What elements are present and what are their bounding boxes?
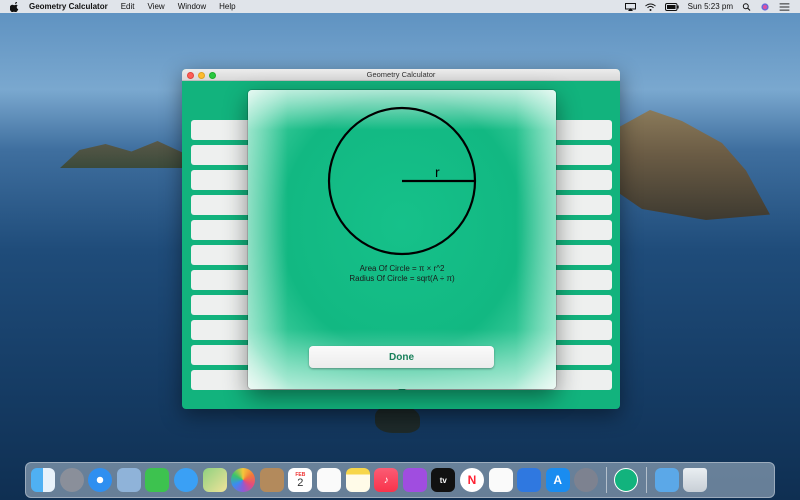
geometry-calculator-icon[interactable] (614, 468, 639, 492)
news-icon[interactable]: N (459, 468, 484, 492)
maps-icon[interactable] (202, 468, 227, 492)
menu-bar: Geometry Calculator Edit View Window Hel… (0, 0, 800, 13)
trash-icon[interactable] (683, 468, 708, 492)
contacts-icon[interactable] (259, 468, 284, 492)
app-store-icon[interactable]: A (545, 468, 570, 492)
siri-icon[interactable] (760, 2, 770, 11)
photos-icon[interactable] (231, 468, 256, 492)
area-formula: Area Of Circle = π × r^2 (359, 264, 445, 273)
menu-view[interactable]: View (148, 2, 165, 11)
menu-edit[interactable]: Edit (121, 2, 135, 11)
search-icon[interactable] (742, 2, 751, 11)
facetime-icon[interactable] (145, 468, 170, 492)
dock-separator (646, 467, 648, 493)
reminders-icon[interactable] (316, 468, 341, 492)
radius-formula: Radius Of Circle = sqrt(A ÷ π) (349, 274, 455, 283)
control-center-icon[interactable] (779, 2, 790, 11)
title-bar[interactable]: Geometry Calculator (182, 69, 620, 81)
wallpaper-island-left (60, 141, 190, 168)
notes-icon[interactable] (345, 468, 370, 492)
tv-icon[interactable]: tv (431, 468, 456, 492)
apple-menu-icon[interactable] (10, 1, 20, 12)
dock-separator (605, 467, 607, 493)
menu-window[interactable]: Window (178, 2, 206, 11)
clock[interactable]: Sun 5:23 pm (688, 2, 733, 11)
numbers-icon[interactable] (488, 468, 513, 492)
messages-icon[interactable] (173, 468, 198, 492)
app-menu[interactable]: Geometry Calculator (29, 2, 108, 11)
podcasts-icon[interactable] (402, 468, 427, 492)
radius-label: r (435, 164, 440, 180)
circle-info-sheet: r Area Of Circle = π × r^2 Radius Of Cir… (248, 90, 556, 389)
keynote-icon[interactable] (517, 468, 542, 492)
wallpaper-island-right (610, 110, 770, 220)
downloads-folder-icon[interactable] (654, 468, 679, 492)
safari-icon[interactable] (88, 468, 113, 492)
tv-label: tv (439, 475, 447, 485)
preview-icon[interactable] (116, 468, 141, 492)
circle-diagram: r (327, 106, 477, 256)
close-window-button[interactable] (187, 72, 194, 79)
launchpad-icon[interactable] (59, 468, 84, 492)
window-title: Geometry Calculator (366, 70, 436, 79)
finder-icon[interactable] (31, 468, 55, 492)
calendar-icon[interactable]: FEB 2 (288, 468, 313, 492)
done-button[interactable]: Done (309, 346, 494, 368)
battery-icon[interactable] (664, 2, 679, 11)
minimize-window-button[interactable] (198, 72, 205, 79)
wallpaper-rock (375, 405, 420, 433)
system-preferences-icon[interactable] (574, 468, 599, 492)
wifi-icon[interactable] (644, 3, 656, 11)
airplay-icon[interactable] (624, 2, 636, 11)
music-icon[interactable]: ♪ (374, 468, 399, 492)
menu-help[interactable]: Help (219, 2, 235, 11)
calendar-day: 2 (297, 476, 304, 489)
zoom-window-button[interactable] (209, 72, 216, 79)
dock: FEB 2 ♪ tv N A (25, 462, 775, 498)
